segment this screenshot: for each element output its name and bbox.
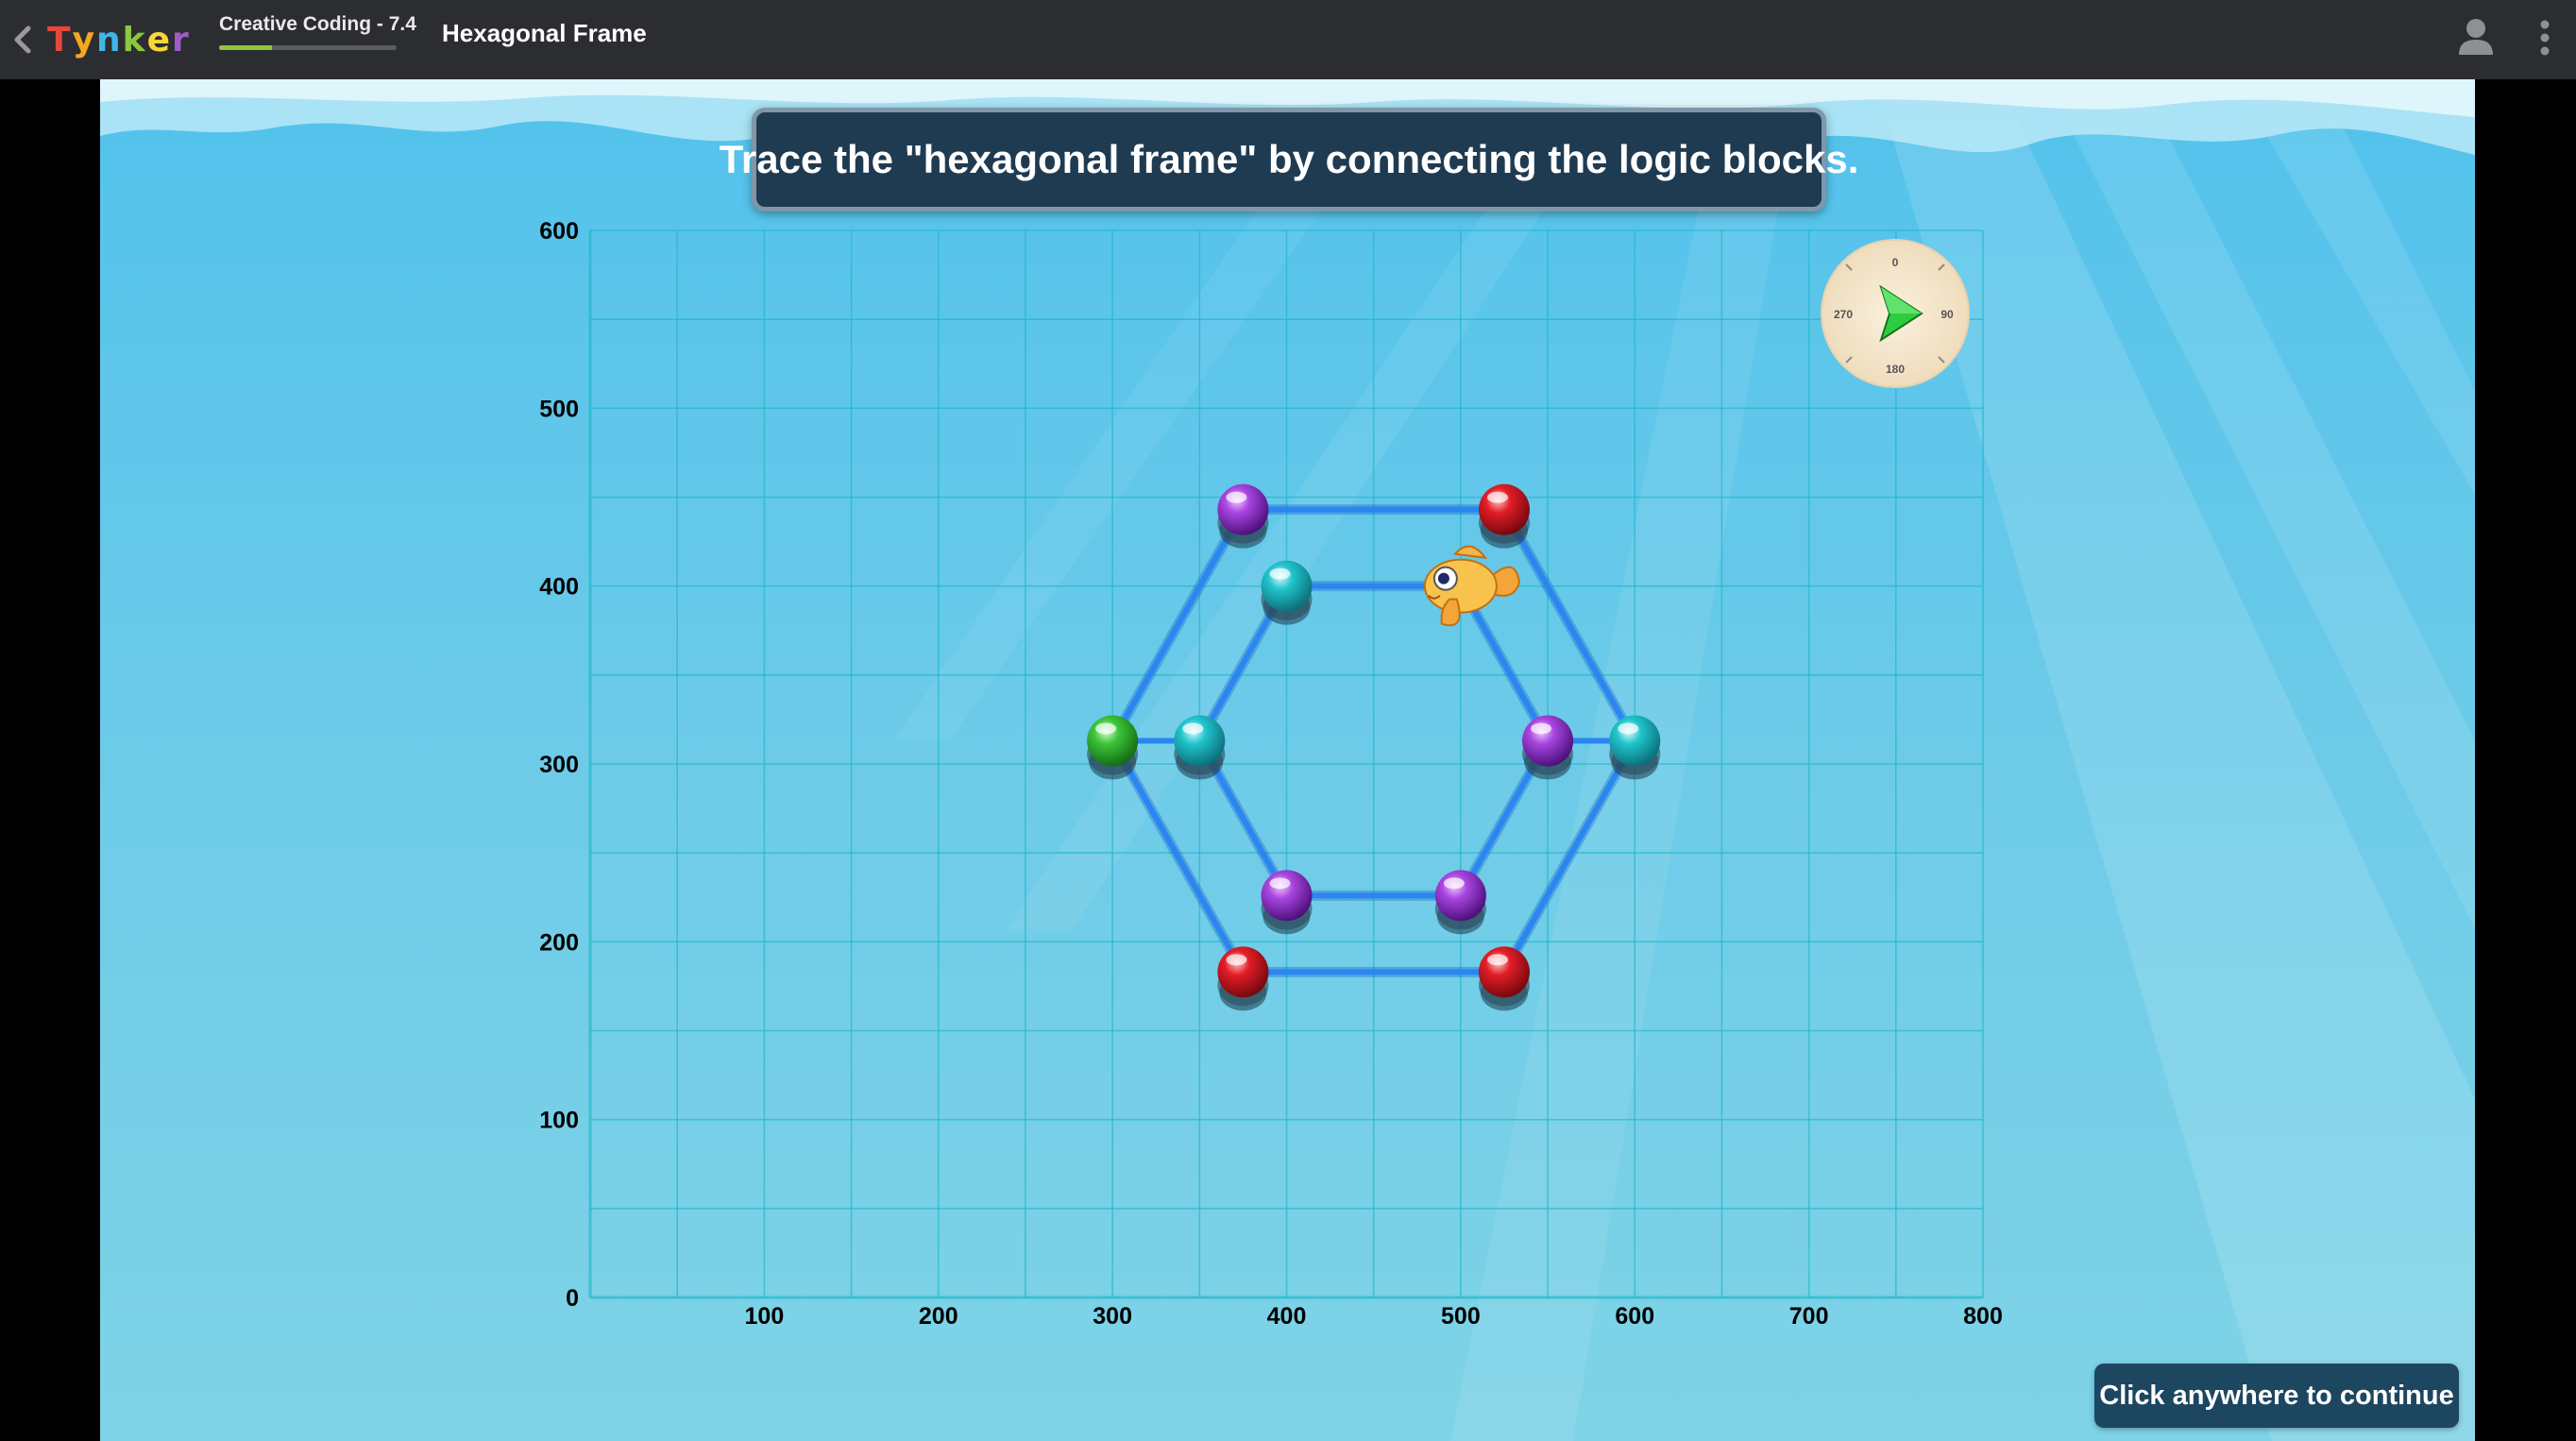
top-bar: Tynker Creative Coding - 7.4 Hexagonal F… (0, 0, 2576, 79)
logo-letter: e (146, 20, 173, 59)
orb-highlight (1269, 568, 1291, 580)
cyan-orb (1609, 715, 1661, 780)
x-tick-label: 700 (1789, 1303, 1829, 1330)
orb-highlight (1226, 491, 1247, 503)
course-progress: Creative Coding - 7.4 (219, 13, 416, 50)
purple-orb (1217, 483, 1269, 549)
orb-highlight (1269, 877, 1291, 890)
logo-letter: k (122, 20, 147, 59)
orb-sphere (1434, 870, 1486, 922)
right-letterbox (2475, 79, 2576, 1441)
compass: 0 90 180 270 (1821, 239, 1970, 388)
orb-sphere (1478, 483, 1530, 535)
cyan-orb (1261, 560, 1313, 625)
course-progress-fill (219, 45, 273, 50)
orb-highlight (1486, 491, 1508, 503)
orb-sphere (1522, 715, 1574, 767)
orb-sphere (1217, 483, 1269, 535)
user-button[interactable] (2455, 15, 2497, 59)
back-button[interactable] (8, 17, 38, 62)
purple-orb (1261, 870, 1313, 935)
menu-button[interactable] (2531, 15, 2559, 60)
x-tick-label: 300 (1093, 1303, 1132, 1330)
logo-letter: r (172, 20, 191, 59)
lesson-title: Hexagonal Frame (442, 19, 647, 47)
logo-letter: T (47, 20, 73, 59)
left-letterbox (0, 79, 100, 1441)
orb-sphere (1261, 560, 1313, 612)
y-tick-label: 200 (539, 929, 579, 956)
compass-label-90: 90 (1940, 308, 1954, 321)
orb-sphere (1609, 715, 1661, 767)
orb-highlight (1182, 722, 1204, 735)
orb-highlight (1226, 954, 1247, 966)
purple-orb (1522, 715, 1574, 780)
x-tick-label: 800 (1963, 1303, 2003, 1330)
user-icon (2459, 19, 2493, 55)
orb-sphere (1261, 870, 1313, 922)
compass-label-180: 180 (1886, 363, 1905, 376)
green-orb (1087, 715, 1139, 780)
y-tick-label: 100 (539, 1108, 579, 1134)
red-orb (1478, 483, 1530, 549)
continue-button[interactable]: Click anywhere to continue (2094, 1364, 2459, 1428)
orb-highlight (1095, 722, 1117, 735)
fish-pupil (1437, 572, 1449, 585)
x-tick-label: 100 (745, 1303, 785, 1330)
underwater-scene: 100 200 300 400 500 600 700 800 0 100 200 300 400 500… (100, 79, 2475, 1441)
fish-body (1423, 558, 1498, 614)
vertical-dots-icon (2540, 20, 2550, 56)
orb-highlight (1531, 722, 1552, 735)
y-tick-label: 500 (539, 396, 579, 422)
purple-orb (1434, 870, 1486, 935)
compass-label-0: 0 (1892, 256, 1899, 269)
tynker-logo[interactable]: Tynker (47, 13, 191, 66)
course-label: Creative Coding - 7.4 (219, 13, 416, 35)
cyan-orb (1174, 715, 1226, 780)
game-stage[interactable]: 100 200 300 400 500 600 700 800 0 100 200 300 400 500… (100, 79, 2475, 1441)
red-orb (1217, 946, 1269, 1011)
orb-highlight (1618, 722, 1639, 735)
x-tick-label: 400 (1267, 1303, 1307, 1330)
orb-highlight (1443, 877, 1465, 890)
course-progress-bar (219, 45, 397, 50)
y-tick-label: 0 (566, 1285, 579, 1312)
x-tick-label: 600 (1615, 1303, 1654, 1330)
instruction-banner: Trace the "hexagonal frame" by connectin… (720, 108, 1858, 212)
logo-letter: y (72, 20, 97, 59)
chevron-left-icon (14, 25, 31, 54)
y-tick-label: 400 (539, 574, 579, 601)
y-tick-label: 300 (539, 752, 579, 778)
logo-letter: n (96, 20, 123, 59)
orb-sphere (1217, 946, 1269, 998)
orb-sphere (1478, 946, 1530, 998)
orb-sphere (1174, 715, 1226, 767)
compass-label-270: 270 (1834, 308, 1853, 321)
y-tick-label: 600 (539, 218, 579, 245)
x-tick-label: 500 (1441, 1303, 1481, 1330)
x-tick-label: 200 (919, 1303, 958, 1330)
orb-sphere (1087, 715, 1139, 767)
red-orb (1478, 946, 1530, 1011)
orb-highlight (1486, 954, 1508, 966)
